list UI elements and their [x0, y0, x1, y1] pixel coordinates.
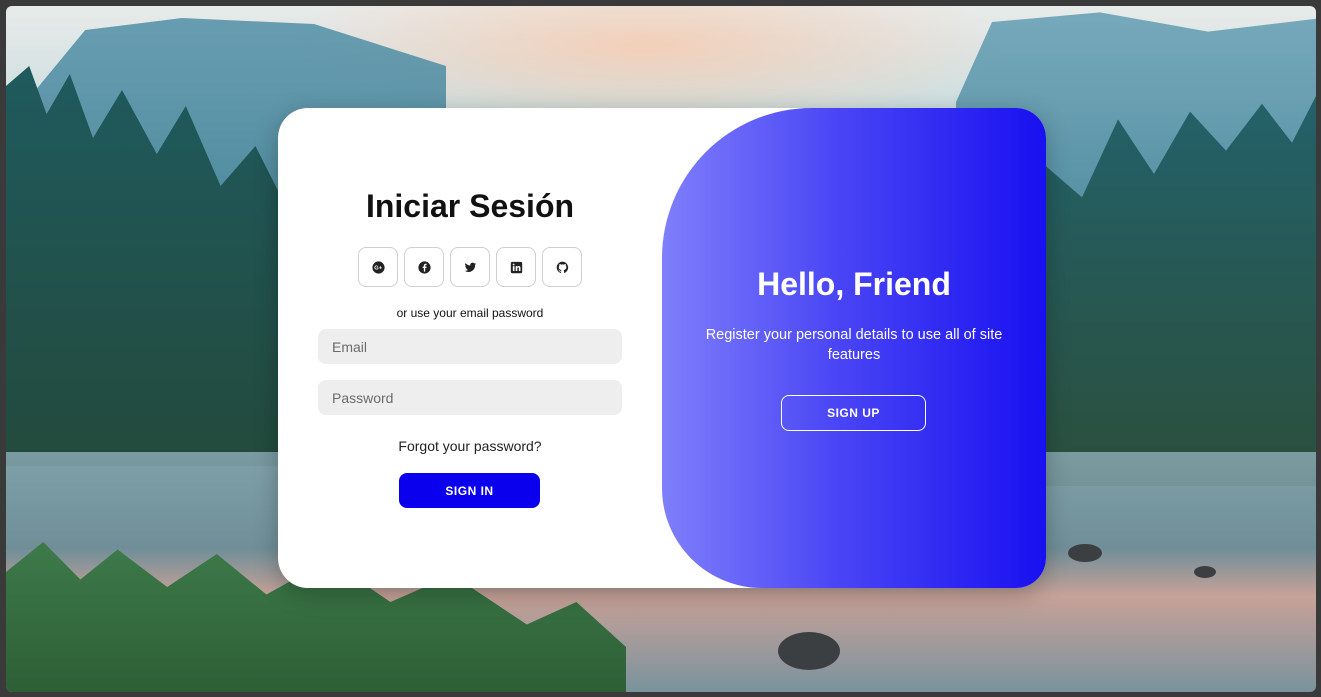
facebook-button[interactable] — [404, 247, 444, 287]
rock — [778, 632, 840, 670]
email-input[interactable] — [318, 329, 622, 364]
signin-button[interactable]: SIGN IN — [399, 473, 540, 508]
password-input[interactable] — [318, 380, 622, 415]
github-button[interactable] — [542, 247, 582, 287]
signin-panel: Iniciar Sesión G+ or use your email pass… — [278, 108, 662, 588]
google-plus-button[interactable]: G+ — [358, 247, 398, 287]
github-icon — [556, 261, 568, 273]
toggle-title: Hello, Friend — [757, 266, 951, 302]
signup-toggle-panel: Hello, Friend Register your personal det… — [662, 108, 1046, 588]
toggle-description: Register your personal details to use al… — [705, 327, 1003, 363]
twitter-icon — [464, 262, 476, 272]
email-divider-text: or use your email password — [396, 306, 544, 320]
linkedin-icon — [510, 261, 522, 273]
twitter-button[interactable] — [450, 247, 490, 287]
rock — [1194, 566, 1216, 578]
social-login-row: G+ — [358, 247, 582, 287]
login-card: Iniciar Sesión G+ or use your email pass… — [278, 108, 1046, 588]
signin-title: Iniciar Sesión — [365, 188, 575, 224]
background-scene: Iniciar Sesión G+ or use your email pass… — [6, 6, 1316, 692]
google-plus-icon: G+ — [371, 260, 385, 274]
linkedin-button[interactable] — [496, 247, 536, 287]
svg-text:G+: G+ — [374, 265, 382, 271]
rock — [1068, 544, 1102, 562]
forgot-password-link[interactable]: Forgot your password? — [278, 438, 662, 454]
signup-button[interactable]: SIGN UP — [781, 395, 926, 431]
facebook-icon — [417, 260, 431, 274]
